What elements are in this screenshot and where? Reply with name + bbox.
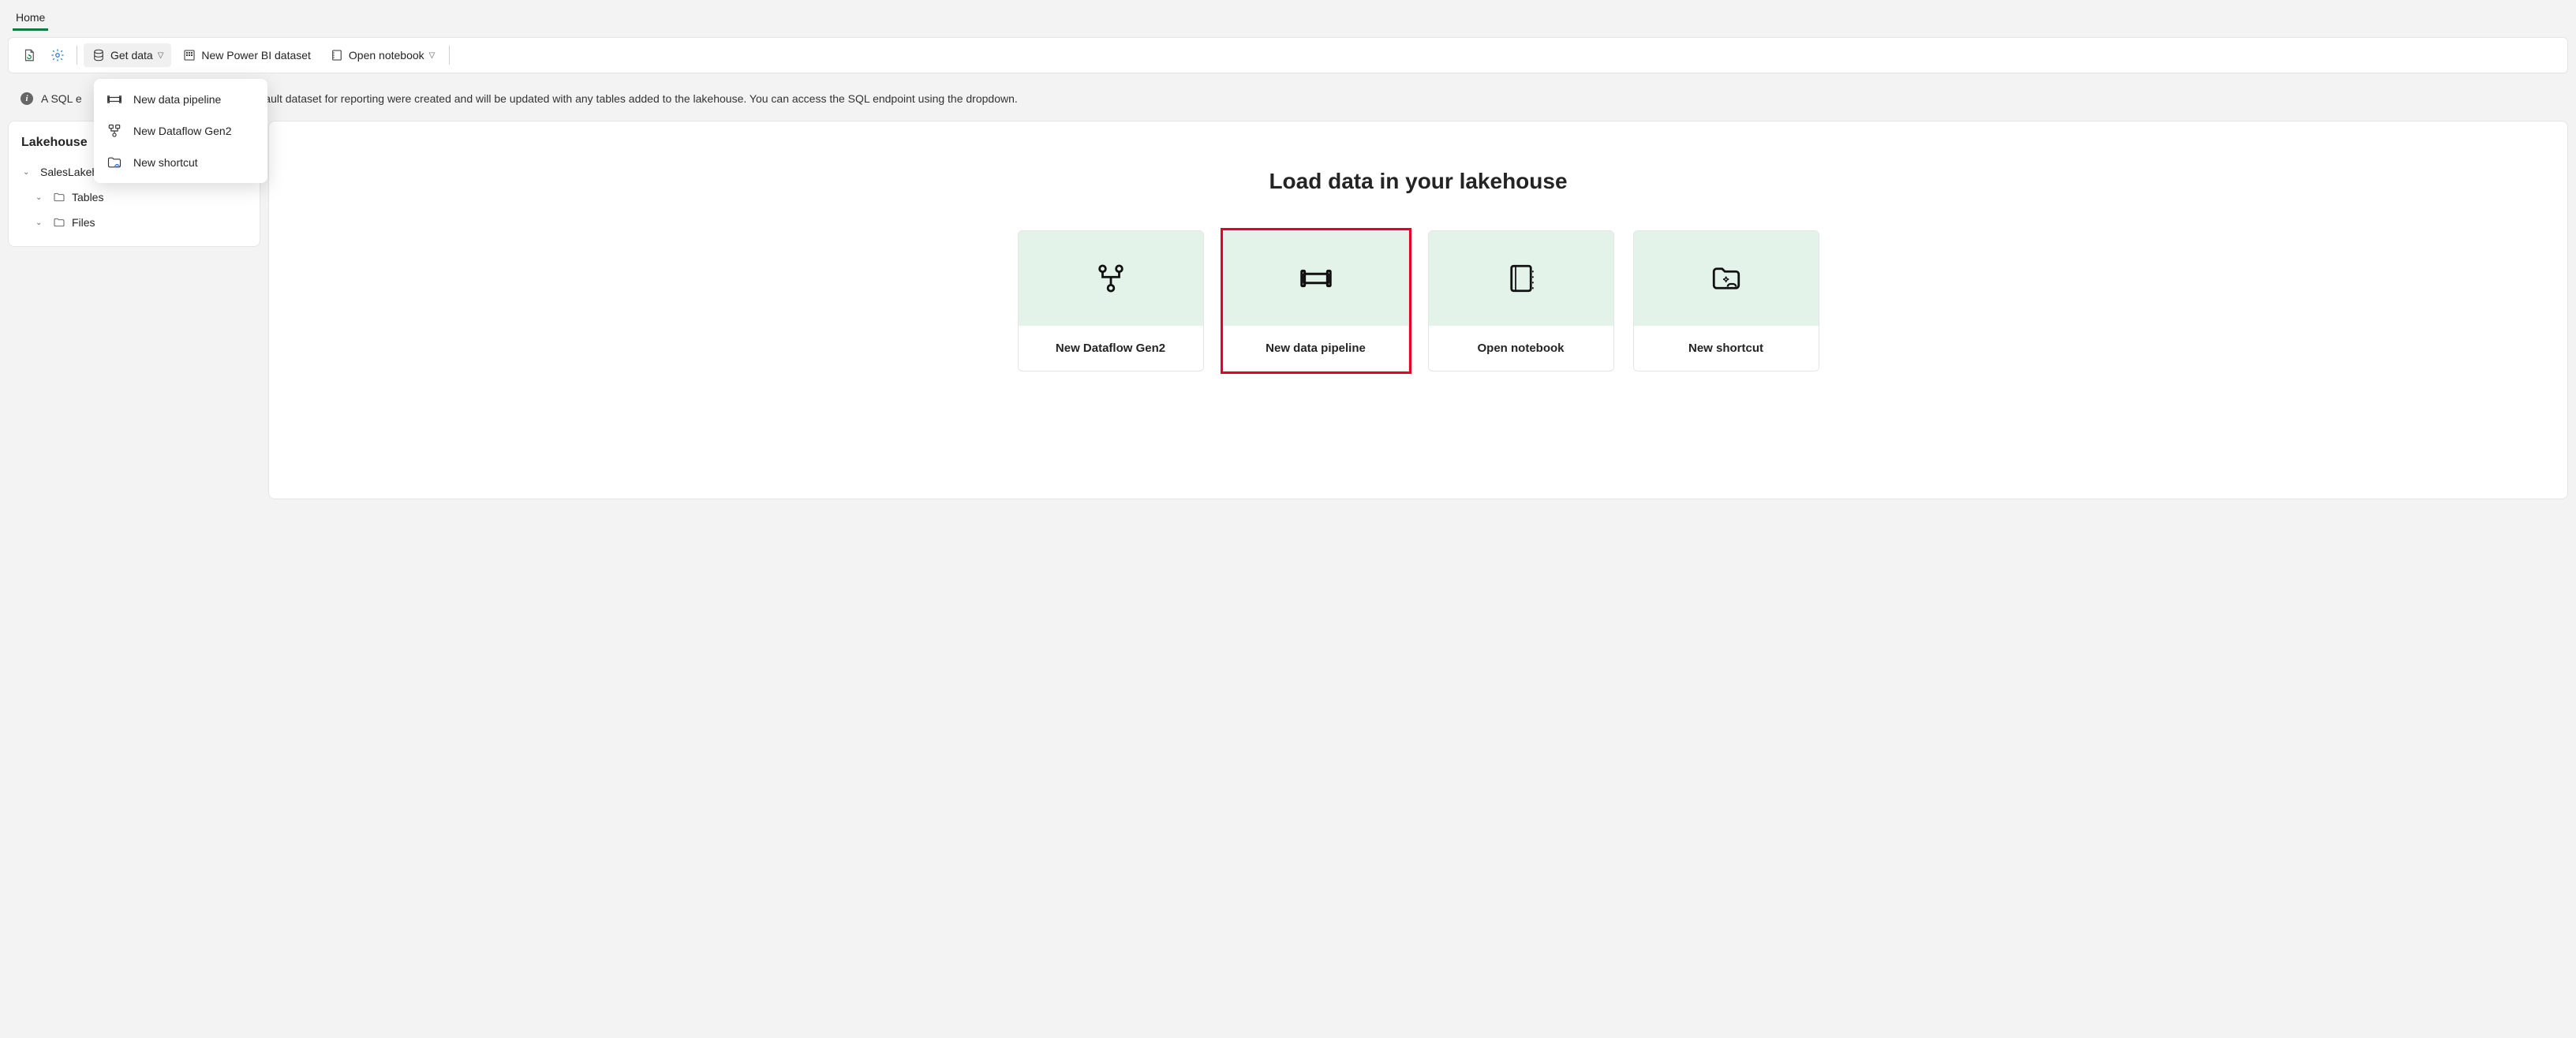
- card-label: New Dataflow Gen2: [1019, 326, 1203, 371]
- card-label: New shortcut: [1634, 326, 1819, 371]
- get-data-button[interactable]: Get data ▽: [84, 43, 171, 67]
- folder-icon: [53, 191, 65, 203]
- tree-files-label: Files: [72, 216, 95, 229]
- card-label: Open notebook: [1429, 326, 1613, 371]
- get-data-label: Get data: [110, 49, 153, 62]
- info-bar: i A SQL e efault dataset for reporting we…: [9, 84, 2567, 113]
- info-text: efault dataset for reporting were create…: [256, 92, 1018, 105]
- dropdown-label: New data pipeline: [133, 93, 221, 106]
- chevron-down-icon: ▽: [429, 51, 436, 60]
- dataset-icon: [182, 48, 196, 62]
- folder-icon: [53, 216, 65, 229]
- dropdown-label: New Dataflow Gen2: [133, 125, 232, 137]
- database-icon: [92, 48, 106, 62]
- dataflow-icon: [107, 123, 122, 139]
- shortcut-folder-icon: [1710, 262, 1743, 295]
- open-notebook-label: Open notebook: [349, 49, 424, 62]
- shortcut-folder-icon: [107, 155, 122, 170]
- ribbon: Get data ▽ New Power BI dataset Open not…: [8, 37, 2568, 73]
- card-new-pipeline[interactable]: New data pipeline: [1223, 230, 1409, 372]
- hero-title: Load data in your lakehouse: [293, 169, 2544, 194]
- info-icon: i: [21, 92, 33, 105]
- dropdown-item-new-pipeline[interactable]: New data pipeline: [94, 84, 267, 115]
- tree-tables[interactable]: ⌄ Tables: [17, 185, 252, 210]
- separator: [449, 46, 450, 65]
- tree-tables-label: Tables: [72, 191, 103, 203]
- card-label: New data pipeline: [1224, 326, 1408, 371]
- refresh-page-icon[interactable]: [17, 43, 42, 68]
- dropdown-item-new-dataflow[interactable]: New Dataflow Gen2: [94, 115, 267, 147]
- pipeline-icon: [107, 91, 122, 107]
- open-notebook-button[interactable]: Open notebook ▽: [322, 43, 443, 67]
- card-row: New Dataflow Gen2 New data pipeline: [293, 230, 2544, 372]
- top-tabs: Home: [0, 0, 2576, 31]
- main-canvas: Load data in your lakehouse New Dataflow…: [268, 121, 2568, 499]
- settings-icon[interactable]: [45, 43, 70, 68]
- tab-home[interactable]: Home: [13, 6, 48, 31]
- new-dataset-label: New Power BI dataset: [201, 49, 311, 62]
- info-text-prefix: A SQL e: [41, 92, 82, 105]
- card-new-shortcut[interactable]: New shortcut: [1633, 230, 1819, 372]
- notebook-icon: [330, 48, 344, 62]
- dataflow-icon: [1094, 262, 1127, 295]
- pipeline-icon: [1298, 260, 1334, 297]
- card-new-dataflow[interactable]: New Dataflow Gen2: [1018, 230, 1204, 372]
- notebook-icon: [1505, 262, 1538, 295]
- chevron-down-icon: ⌄: [23, 168, 34, 177]
- chevron-down-icon: ⌄: [36, 193, 47, 202]
- chevron-down-icon: ⌄: [36, 218, 47, 227]
- dropdown-item-new-shortcut[interactable]: New shortcut: [94, 147, 267, 178]
- new-dataset-button[interactable]: New Power BI dataset: [174, 43, 319, 67]
- tree-files[interactable]: ⌄ Files: [17, 210, 252, 235]
- dropdown-label: New shortcut: [133, 156, 198, 169]
- get-data-dropdown: New data pipeline New Dataflow Gen2 New …: [94, 79, 267, 183]
- chevron-down-icon: ▽: [158, 51, 164, 60]
- card-open-notebook[interactable]: Open notebook: [1428, 230, 1614, 372]
